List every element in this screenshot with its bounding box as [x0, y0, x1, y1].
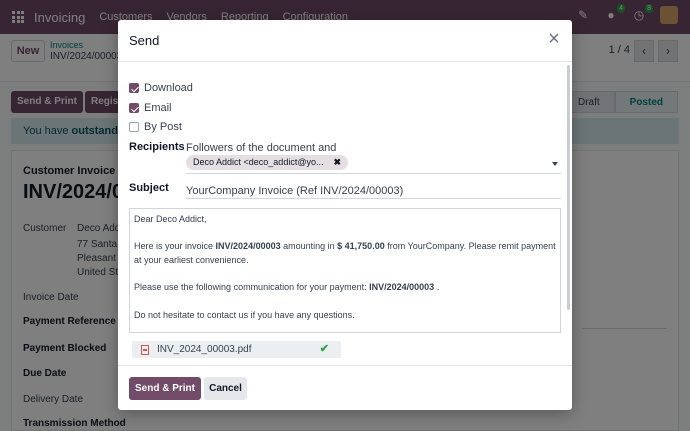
by-post-option[interactable]: By Post	[129, 121, 182, 133]
recipient-tag[interactable]: Deco Addict <deco_addict@yo... ✖	[186, 155, 348, 170]
subject-label: Subject	[129, 182, 169, 194]
cancel-button[interactable]: Cancel	[204, 377, 247, 400]
download-label: Download	[144, 82, 193, 94]
dialog-title: Send	[129, 33, 160, 48]
by-post-checkbox[interactable]	[129, 122, 139, 132]
send-dialog: Send × Download Email By Post Recipients…	[118, 20, 572, 410]
attachment-name[interactable]: INV_2024_00003.pdf	[157, 344, 252, 355]
close-icon[interactable]: ×	[546, 29, 562, 49]
subject-input[interactable]	[186, 183, 561, 199]
email-label: Email	[144, 102, 172, 114]
body-paragraph-3: Do not hesitate to contact us if you hav…	[134, 309, 355, 320]
recipient-tag-label: Deco Addict <deco_addict@yo...	[193, 157, 324, 167]
recipients-label: Recipients	[129, 141, 185, 153]
check-icon: ✔	[319, 343, 329, 355]
by-post-label: By Post	[144, 121, 182, 133]
email-body-editor[interactable]: Dear Deco Addict, Here is your invoice I…	[129, 208, 561, 333]
send-print-button[interactable]: Send & Print	[129, 377, 201, 400]
download-option[interactable]: Download	[129, 82, 193, 94]
body-paragraph-2: Please use the following communication f…	[134, 282, 440, 293]
download-checkbox[interactable]	[129, 83, 139, 93]
body-greeting: Dear Deco Addict,	[134, 214, 207, 224]
dialog-header: Send ×	[118, 20, 572, 62]
body-paragraph-1: Here is your invoice INV/2024/00003 amou…	[134, 241, 556, 266]
recipients-input-line[interactable]	[186, 173, 561, 174]
dialog-scrollbar[interactable]	[567, 65, 570, 310]
dialog-footer: Send & Print Cancel	[118, 365, 572, 410]
remove-tag-icon[interactable]: ✖	[333, 155, 341, 170]
dropdown-caret-icon[interactable]	[552, 162, 558, 166]
pdf-file-icon	[141, 344, 149, 355]
email-option[interactable]: Email	[129, 102, 172, 114]
email-checkbox[interactable]	[129, 103, 139, 113]
attachment[interactable]: INV_2024_00003.pdf ✔	[132, 341, 341, 358]
recipients-intro: Followers of the document and	[186, 142, 337, 154]
